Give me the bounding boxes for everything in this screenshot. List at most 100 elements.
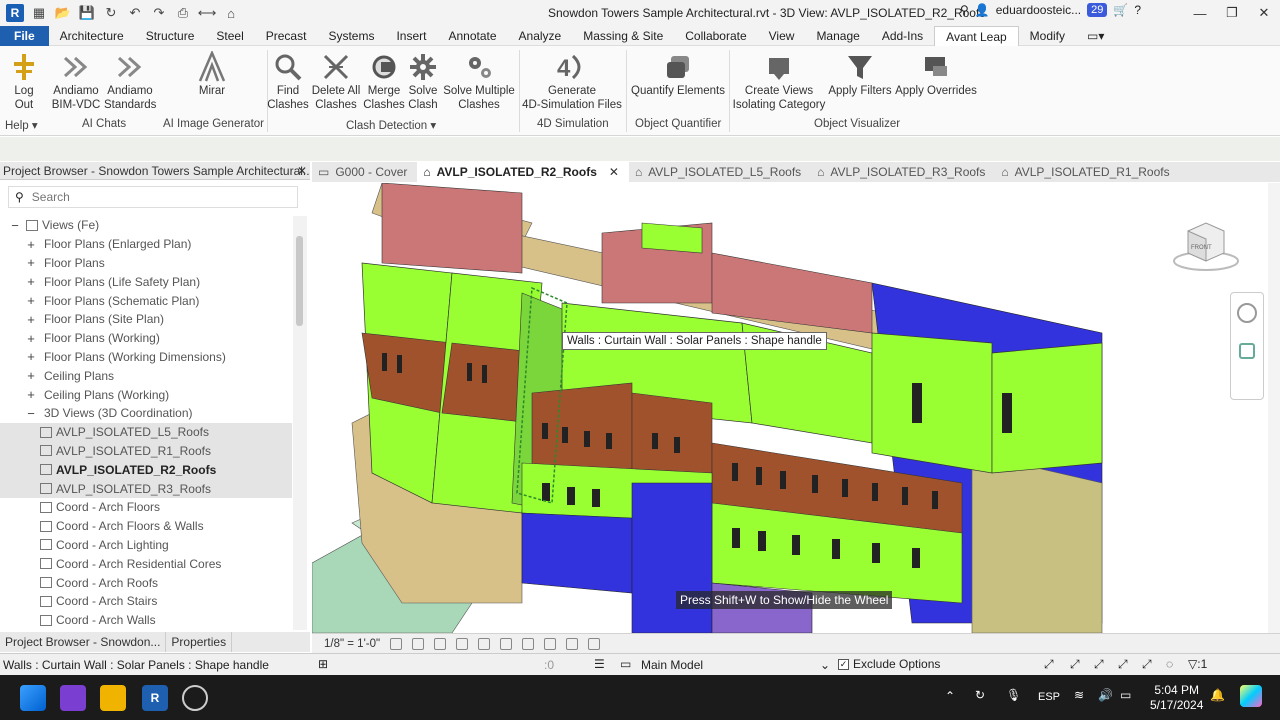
tree-node[interactable]: + Floor Plans (Enlarged Plan) xyxy=(0,235,292,254)
tree-view-item[interactable]: Coord - Arch Residential Cores xyxy=(0,554,292,573)
clash-panel-label[interactable]: Clash Detection ▾ xyxy=(346,118,436,132)
logout-button[interactable]: Log Out xyxy=(6,50,42,112)
minimize-button[interactable]: — xyxy=(1184,0,1216,26)
context-dropdown-icon[interactable]: ▭▾ xyxy=(1076,26,1115,46)
quantify-elements-button[interactable]: Quantify Elements xyxy=(630,50,726,98)
sync-icon[interactable]: ↻ xyxy=(102,4,120,22)
show-crop-icon[interactable] xyxy=(522,637,535,650)
tab-insert[interactable]: Insert xyxy=(385,26,437,46)
visual-studio-icon[interactable] xyxy=(60,685,86,711)
viewcube[interactable]: FRONT xyxy=(1170,219,1240,273)
andiamo-standards-button[interactable]: Andiamo Standards xyxy=(104,50,156,112)
sync-icon[interactable]: ↻ xyxy=(975,688,985,702)
hide-isolate-icon[interactable] xyxy=(566,637,579,650)
view-tab[interactable]: ⌂ AVLP_ISOLATED_R3_Roofs xyxy=(811,162,995,182)
tab-manage[interactable]: Manage xyxy=(805,26,870,46)
worksets-icon[interactable]: ⊞ xyxy=(318,657,328,671)
tree-view-item[interactable]: Coord - Arch Walls xyxy=(0,611,292,630)
close-icon[interactable]: ✕ xyxy=(294,162,310,180)
visual-style-icon[interactable] xyxy=(412,637,425,650)
expand-icon[interactable]: + xyxy=(24,255,38,270)
building-model[interactable] xyxy=(312,183,1268,633)
tree-node[interactable]: + Ceiling Plans xyxy=(0,366,292,385)
expand-icon[interactable]: + xyxy=(24,274,38,289)
3d-viewport[interactable]: FRONT xyxy=(312,183,1268,633)
tree-node[interactable]: + Floor Plans (Life Safety Plan) xyxy=(0,272,292,291)
notification-badge[interactable]: 29 xyxy=(1087,3,1108,17)
close-button[interactable]: ✕ xyxy=(1248,0,1280,26)
user-name[interactable]: eduardoosteic... xyxy=(996,3,1081,17)
app-menu-icon[interactable]: ▦ xyxy=(30,4,48,22)
select-face-icon[interactable]: ⤢ xyxy=(1118,657,1128,672)
wifi-icon[interactable]: ≋ xyxy=(1074,688,1084,702)
navigation-bar[interactable] xyxy=(1230,292,1264,400)
sun-path-icon[interactable] xyxy=(434,637,447,650)
tab-avant-leap[interactable]: Avant Leap xyxy=(934,25,1019,46)
reveal-hidden-icon[interactable] xyxy=(588,637,601,650)
tab-steel[interactable]: Steel xyxy=(205,26,254,46)
collapse-icon[interactable]: − xyxy=(8,218,22,233)
tree-view-item[interactable]: Coord - Arch Stairs xyxy=(0,592,292,611)
tab-project-browser[interactable]: Project Browser - Snowdon... xyxy=(0,632,167,652)
revit-logo[interactable]: R xyxy=(6,4,24,22)
expand-icon[interactable]: + xyxy=(24,349,38,364)
main-model-select[interactable]: Main Model xyxy=(641,658,703,672)
tree-node[interactable]: + Floor Plans (Working) xyxy=(0,329,292,348)
tab-add-ins[interactable]: Add-Ins xyxy=(871,26,934,46)
tree-node[interactable]: + Floor Plans (Site Plan) xyxy=(0,310,292,329)
find-clashes-button[interactable]: Find Clashes xyxy=(266,50,310,112)
crop-icon[interactable] xyxy=(500,637,513,650)
tree-view-item[interactable]: Coord - Arch Floors & Walls xyxy=(0,517,292,536)
volume-icon[interactable]: 🔊 xyxy=(1098,688,1113,702)
view-tab[interactable]: ▭ G000 - Cover xyxy=(312,162,417,182)
tab-architecture[interactable]: Architecture xyxy=(49,26,135,46)
windows-start-icon[interactable] xyxy=(20,685,46,711)
tree-view-item[interactable]: AVLP_ISOLATED_R1_Roofs xyxy=(0,441,292,461)
tab-precast[interactable]: Precast xyxy=(255,26,318,46)
tree-node[interactable]: − Views (Fe) xyxy=(0,216,292,235)
tree-view-item[interactable]: Coord - Arch Floors xyxy=(0,498,292,517)
obs-icon[interactable] xyxy=(182,685,208,711)
cart-icon[interactable]: 🛒 xyxy=(1113,3,1128,17)
revit-taskbar-icon[interactable]: R xyxy=(142,685,168,711)
chevron-down-icon[interactable]: ⌄ xyxy=(820,658,830,672)
tab-systems[interactable]: Systems xyxy=(317,26,385,46)
tab-modify[interactable]: Modify xyxy=(1019,26,1076,46)
tab-annotate[interactable]: Annotate xyxy=(437,26,507,46)
scroll-thumb[interactable] xyxy=(296,236,303,326)
tab-file[interactable]: File xyxy=(0,25,49,46)
tree-node[interactable]: + Ceiling Plans (Working) xyxy=(0,385,292,404)
tree-view-item[interactable]: AVLP_ISOLATED_R3_Roofs xyxy=(0,479,292,498)
tab-structure[interactable]: Structure xyxy=(135,26,206,46)
select-pinned-icon[interactable]: ⤢ xyxy=(1094,657,1104,672)
tree-view-item[interactable]: AVLP_ISOLATED_L5_Roofs xyxy=(0,422,292,442)
expand-icon[interactable]: + xyxy=(24,331,38,346)
tree-view-item[interactable]: AVLP_ISOLATED_R2_Roofs xyxy=(0,460,292,480)
binoculars-icon[interactable]: ⚲ xyxy=(960,3,969,17)
tree-view-item[interactable]: Coord - Arch Roofs xyxy=(0,573,292,592)
print-icon[interactable]: ⎙ xyxy=(174,4,192,22)
scale-label[interactable]: 1/8" = 1'-0" xyxy=(324,638,380,650)
battery-icon[interactable]: ▭ xyxy=(1120,688,1131,702)
help-icon[interactable]: ? xyxy=(1134,3,1141,17)
bell-icon[interactable]: 🔔 xyxy=(1210,688,1225,702)
lock-view-icon[interactable] xyxy=(544,637,557,650)
detail-level-icon[interactable] xyxy=(390,637,403,650)
solve-multiple-button[interactable]: Solve Multiple Clashes xyxy=(442,50,516,112)
steering-wheel-icon[interactable] xyxy=(1237,303,1257,323)
expand-icon[interactable]: + xyxy=(24,293,38,308)
expand-icon[interactable]: + xyxy=(24,312,38,327)
help-panel-label[interactable]: Help ▾ xyxy=(5,118,38,132)
restore-button[interactable]: ❐ xyxy=(1216,0,1248,26)
select-underlay-icon[interactable]: ⤢ xyxy=(1070,657,1080,672)
delete-clashes-button[interactable]: Delete All Clashes xyxy=(310,50,362,112)
language-indicator[interactable]: ESP xyxy=(1038,691,1060,703)
generate-4d-button[interactable]: 4 Generate 4D-Simulation Files xyxy=(522,50,622,112)
tab-collaborate[interactable]: Collaborate xyxy=(674,26,757,46)
clock[interactable]: 5:04 PM 5/17/2024 xyxy=(1150,683,1203,713)
home-icon[interactable]: ⌂ xyxy=(222,4,240,22)
tree-view-item[interactable]: Coord - Arch Lighting xyxy=(0,536,292,555)
mirar-button[interactable]: Mirar xyxy=(190,50,234,98)
scrollbar[interactable] xyxy=(293,216,307,630)
viewport-scrollbar[interactable] xyxy=(1268,183,1280,633)
